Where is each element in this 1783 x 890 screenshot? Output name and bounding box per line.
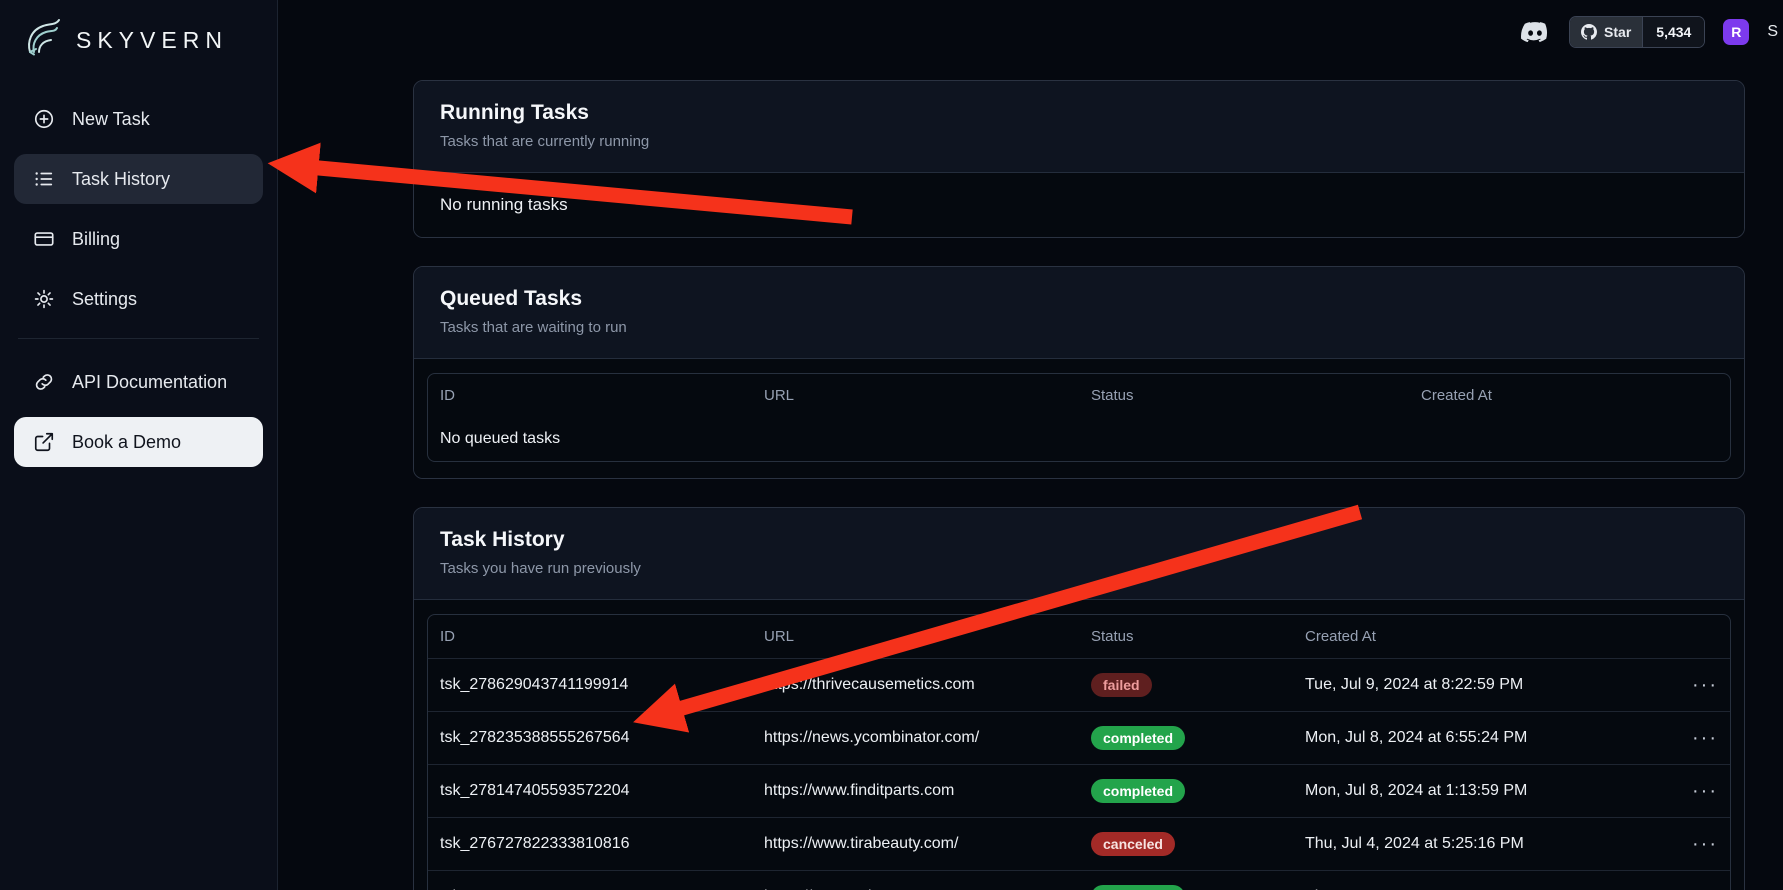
queued-tasks-card: Queued Tasks Tasks that are waiting to r… — [413, 266, 1745, 479]
list-icon — [32, 168, 56, 190]
task-id: tsk_276727822333810816 — [440, 835, 764, 853]
task-history-header: Task History Tasks you have run previous… — [414, 508, 1744, 600]
card-title: Queued Tasks — [440, 287, 1718, 311]
brand-logo[interactable]: SKYVERN — [14, 12, 263, 68]
credit-card-icon — [32, 228, 56, 250]
table-header-row: ID URL Status Created At — [428, 374, 1730, 417]
task-created-at: Tue, Jul 9, 2024 at 8:22:59 PM — [1305, 676, 1670, 694]
sidebar-item-task-history[interactable]: Task History — [14, 154, 263, 204]
card-subtitle: Tasks that are waiting to run — [440, 319, 1718, 336]
task-created-at: Mon, Jul 8, 2024 at 1:13:59 PM — [1305, 782, 1670, 800]
sidebar: SKYVERN New Task Task History Billing S — [0, 0, 278, 890]
card-subtitle: Tasks you have run previously — [440, 560, 1718, 577]
card-title: Running Tasks — [440, 101, 1718, 125]
table-row[interactable]: tsk_276727822333810816 https://www.tirab… — [428, 817, 1730, 870]
sidebar-item-label: Book a Demo — [72, 432, 181, 453]
skyvern-logo-icon — [22, 16, 66, 65]
sidebar-divider — [18, 338, 259, 339]
plus-circle-icon — [32, 108, 56, 130]
card-title: Task History — [440, 528, 1718, 552]
row-menu-button[interactable]: ··· — [1670, 727, 1718, 750]
task-url: https://news.ycombinator.com/ — [764, 729, 1091, 747]
sidebar-item-label: Billing — [72, 229, 120, 250]
gear-icon — [32, 288, 56, 310]
column-header-id: ID — [440, 387, 764, 404]
sidebar-item-billing[interactable]: Billing — [14, 214, 263, 264]
avatar[interactable]: R — [1723, 19, 1749, 45]
task-id: tsk_278147405593572204 — [440, 782, 764, 800]
task-url: https://www.tirabeauty.com/ — [764, 835, 1091, 853]
card-subtitle: Tasks that are currently running — [440, 133, 1718, 150]
column-header-id: ID — [440, 628, 764, 645]
column-header-status: Status — [1091, 628, 1305, 645]
brand-name: SKYVERN — [76, 27, 228, 54]
column-header-status: Status — [1091, 387, 1421, 404]
status-badge: completed — [1091, 779, 1185, 804]
task-url: https://www.finditparts.com — [764, 782, 1091, 800]
external-link-icon — [32, 431, 56, 453]
sidebar-item-api-documentation[interactable]: API Documentation — [14, 357, 263, 407]
ellipsis-icon: ··· — [1692, 727, 1718, 749]
username-fragment[interactable]: S — [1767, 23, 1778, 41]
link-icon — [32, 371, 56, 393]
github-icon — [1581, 24, 1597, 40]
running-tasks-header: Running Tasks Tasks that are currently r… — [414, 81, 1744, 173]
github-star-label: Star — [1604, 24, 1631, 40]
column-header-url: URL — [764, 628, 1091, 645]
task-history-table: ID URL Status Created At tsk_27862904374… — [427, 614, 1731, 890]
ellipsis-icon: ··· — [1692, 674, 1718, 696]
sidebar-item-label: API Documentation — [72, 372, 227, 393]
sidebar-nav: New Task Task History Billing Settings — [14, 94, 263, 467]
task-history-card: Task History Tasks you have run previous… — [413, 507, 1745, 890]
row-menu-button[interactable]: ··· — [1670, 886, 1718, 890]
sidebar-item-settings[interactable]: Settings — [14, 274, 263, 324]
task-url: https://thrivecausemetics.com — [764, 676, 1091, 694]
sidebar-item-book-a-demo[interactable]: Book a Demo — [14, 417, 263, 467]
row-menu-button[interactable]: ··· — [1670, 833, 1718, 856]
column-header-created-at: Created At — [1421, 387, 1718, 404]
column-header-url: URL — [764, 387, 1091, 404]
task-id: tsk_278235388555267564 — [440, 729, 764, 747]
github-star-button[interactable]: Star 5,434 — [1569, 16, 1705, 48]
row-menu-button[interactable]: ··· — [1670, 780, 1718, 803]
running-tasks-card: Running Tasks Tasks that are currently r… — [413, 80, 1745, 238]
github-star-count[interactable]: 5,434 — [1642, 17, 1704, 47]
table-row[interactable]: tsk_278629043741199914 https://thrivecau… — [428, 658, 1730, 711]
empty-message: No running tasks — [440, 195, 1718, 215]
status-badge: failed — [1091, 673, 1152, 698]
discord-icon[interactable] — [1519, 16, 1551, 48]
sidebar-item-label: Task History — [72, 169, 170, 190]
ellipsis-icon: ··· — [1692, 780, 1718, 802]
sidebar-item-new-task[interactable]: New Task — [14, 94, 263, 144]
topbar: Star 5,434 R S — [1519, 16, 1783, 48]
task-created-at: Mon, Jul 8, 2024 at 6:55:24 PM — [1305, 729, 1670, 747]
column-header-created-at: Created At — [1305, 628, 1670, 645]
table-header-row: ID URL Status Created At — [428, 615, 1730, 658]
task-created-at: Thu, Jul 4, 2024 at 5:25:16 PM — [1305, 835, 1670, 853]
sidebar-item-label: Settings — [72, 289, 137, 310]
table-row[interactable]: tsk_274180139292204058 https://www.geico… — [428, 870, 1730, 890]
status-badge: canceled — [1091, 832, 1175, 857]
main-content: Running Tasks Tasks that are currently r… — [278, 0, 1783, 890]
status-badge: completed — [1091, 885, 1185, 890]
queued-tasks-header: Queued Tasks Tasks that are waiting to r… — [414, 267, 1744, 359]
table-row[interactable]: tsk_278147405593572204 https://www.findi… — [428, 764, 1730, 817]
empty-message: No queued tasks — [428, 417, 1730, 461]
task-id: tsk_278629043741199914 — [440, 676, 764, 694]
ellipsis-icon: ··· — [1692, 886, 1718, 890]
table-row[interactable]: tsk_278235388555267564 https://news.ycom… — [428, 711, 1730, 764]
row-menu-button[interactable]: ··· — [1670, 674, 1718, 697]
queued-tasks-table: ID URL Status Created At No queued tasks — [427, 373, 1731, 462]
sidebar-item-label: New Task — [72, 109, 150, 130]
ellipsis-icon: ··· — [1692, 833, 1718, 855]
status-badge: completed — [1091, 726, 1185, 751]
